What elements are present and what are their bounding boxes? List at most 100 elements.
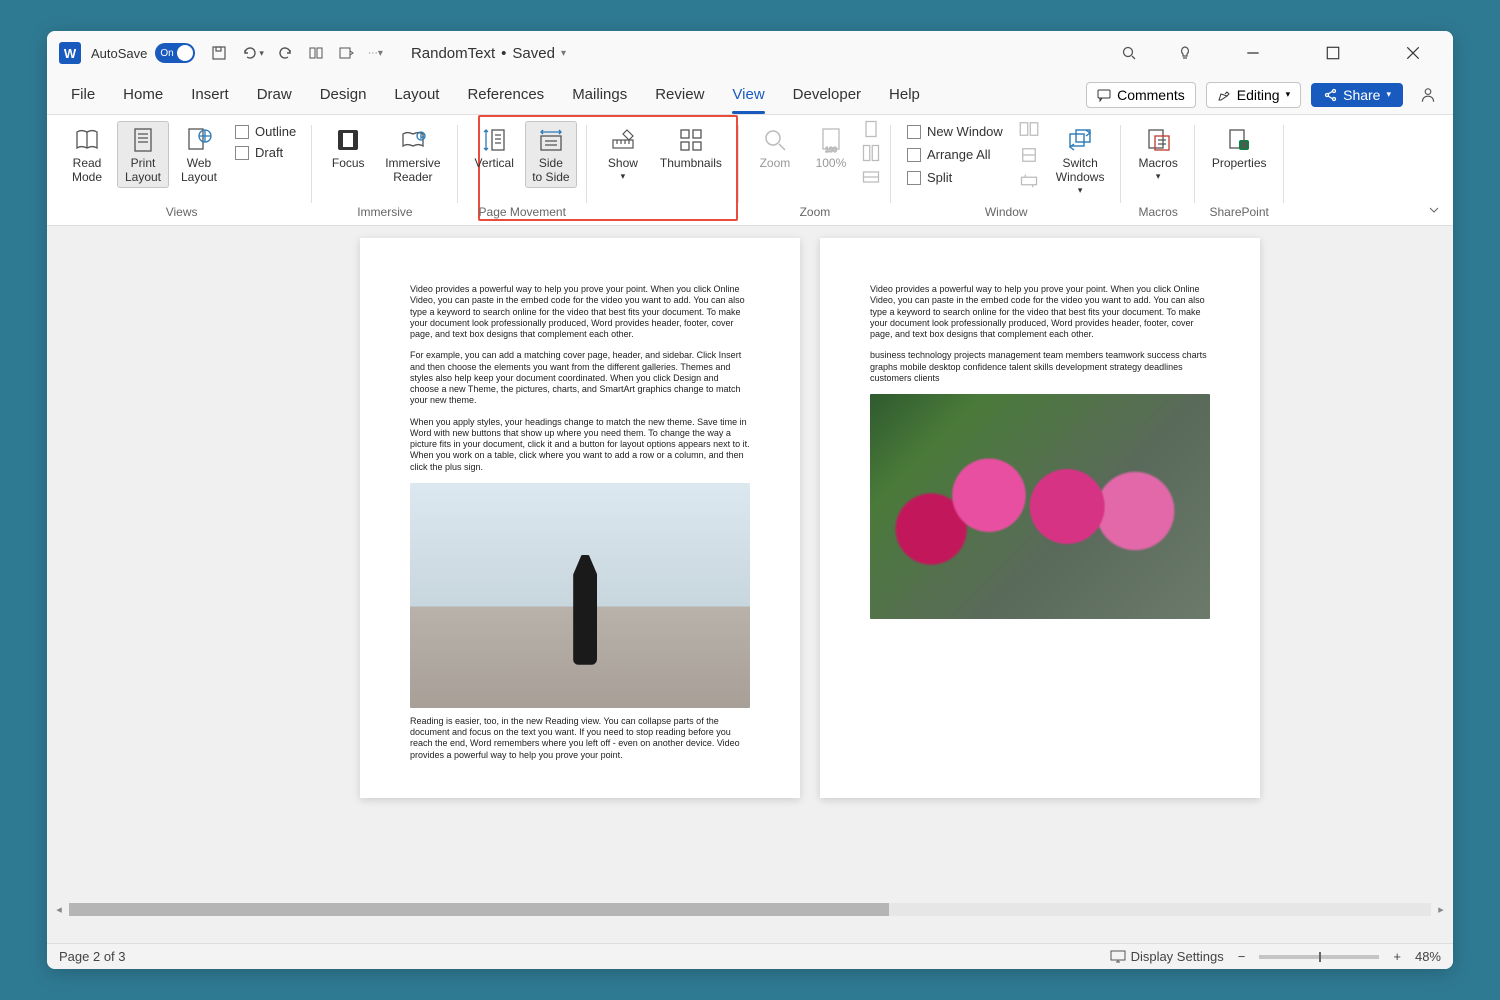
close-button[interactable]	[1393, 35, 1433, 71]
scroll-thumb[interactable]	[69, 903, 889, 916]
qat-icon-1[interactable]	[308, 45, 324, 61]
show-menu-button[interactable]: Show▾	[597, 121, 649, 184]
thumbnails-button[interactable]: Thumbnails	[653, 121, 729, 174]
zoom-button: Zoom	[749, 121, 801, 174]
page-width-icon	[861, 169, 881, 185]
tab-view[interactable]: View	[718, 75, 778, 114]
app-window: W AutoSave On ▾ ⋯▾ RandomText • Saved ▾	[47, 31, 1453, 969]
word-icon: W	[59, 42, 81, 64]
lightbulb-icon[interactable]	[1177, 45, 1193, 61]
multi-page-icon	[861, 145, 881, 161]
document-title[interactable]: RandomText • Saved ▾	[411, 45, 566, 62]
tab-review[interactable]: Review	[641, 75, 718, 114]
new-window-button[interactable]: New Window	[903, 123, 1007, 140]
page-icon	[129, 126, 157, 154]
switch-windows-button[interactable]: Switch Windows▾	[1049, 121, 1112, 198]
chevron-down-icon: ▾	[561, 48, 566, 59]
svg-text:100: 100	[825, 147, 837, 154]
ribbon-tabs: File Home Insert Draw Design Layout Refe…	[47, 75, 1453, 115]
office-image	[410, 483, 750, 708]
tab-draw[interactable]: Draw	[243, 75, 306, 114]
magnifier-icon	[761, 126, 789, 154]
ribbon-collapse-button[interactable]	[1427, 203, 1441, 217]
split-button[interactable]: Split	[903, 169, 1007, 186]
titlebar: W AutoSave On ▾ ⋯▾ RandomText • Saved ▾	[47, 31, 1453, 75]
titlebar-right	[1121, 35, 1445, 71]
group-label-zoom: Zoom	[800, 201, 831, 225]
read-mode-button[interactable]: Read Mode	[61, 121, 113, 188]
search-icon[interactable]	[1121, 45, 1137, 61]
tab-references[interactable]: References	[453, 75, 558, 114]
group-label-sharepoint: SharePoint	[1209, 201, 1268, 225]
account-icon[interactable]	[1419, 86, 1437, 104]
zoom-level[interactable]: 48%	[1415, 949, 1441, 964]
scroll-right-icon[interactable]: ▸	[1435, 903, 1447, 916]
outline-button[interactable]: Outline	[231, 123, 300, 140]
paragraph: Video provides a powerful way to help yo…	[410, 284, 750, 340]
vertical-button[interactable]: Vertical	[468, 121, 521, 174]
minimize-button[interactable]	[1233, 35, 1273, 71]
paragraph: Video provides a powerful way to help yo…	[870, 284, 1210, 340]
tab-insert[interactable]: Insert	[177, 75, 243, 114]
group-sharepoint: SProperties SharePoint	[1195, 119, 1284, 225]
save-icon[interactable]	[211, 45, 227, 61]
tab-file[interactable]: File	[57, 75, 109, 114]
scroll-track[interactable]	[69, 903, 1431, 916]
split-icon	[907, 171, 921, 185]
document-area[interactable]: Video provides a powerful way to help yo…	[47, 226, 1453, 943]
tab-home[interactable]: Home	[109, 75, 177, 114]
tab-help[interactable]: Help	[875, 75, 934, 114]
arrange-all-button[interactable]: Arrange All	[903, 146, 1007, 163]
side-to-side-button[interactable]: Side to Side	[525, 121, 577, 188]
one-page-icon	[861, 121, 881, 137]
vertical-page-icon	[480, 126, 508, 154]
ribbon: Read Mode Print Layout Web Layout Outlin…	[47, 115, 1453, 226]
globe-page-icon	[185, 126, 213, 154]
group-label-show	[661, 201, 664, 225]
horizontal-scrollbar[interactable]: ◂ ▸	[47, 901, 1453, 917]
qat-icon-2[interactable]	[338, 45, 354, 61]
tab-developer[interactable]: Developer	[779, 75, 875, 114]
scroll-left-icon[interactable]: ◂	[53, 903, 65, 916]
page-indicator[interactable]: Page 2 of 3	[59, 949, 126, 964]
zoom-out-button[interactable]: −	[1238, 949, 1246, 964]
macros-button[interactable]: Macros▾	[1131, 121, 1184, 184]
outline-icon	[235, 125, 249, 139]
maximize-button[interactable]	[1313, 35, 1353, 71]
redo-button[interactable]	[278, 45, 294, 61]
tab-layout[interactable]: Layout	[380, 75, 453, 114]
autosave[interactable]: AutoSave On	[91, 43, 195, 63]
zoom-in-button[interactable]: +	[1393, 949, 1401, 964]
page-2: Video provides a powerful way to help yo…	[820, 238, 1260, 798]
tabs-right: Comments Editing▾ Share▾	[1086, 82, 1443, 108]
zoom-slider[interactable]	[1259, 955, 1379, 959]
status-bar: Page 2 of 3 Display Settings − + 48%	[47, 943, 1453, 969]
undo-button[interactable]: ▾	[241, 45, 264, 61]
tab-design[interactable]: Design	[306, 75, 381, 114]
paragraph: For example, you can add a matching cove…	[410, 350, 750, 406]
paragraph: When you apply styles, your headings cha…	[410, 417, 750, 473]
autosave-toggle[interactable]: On	[155, 43, 195, 63]
side-page-icon	[537, 126, 565, 154]
draft-button[interactable]: Draft	[231, 144, 300, 161]
group-macros: Macros▾ Macros	[1121, 119, 1194, 225]
qat-customize[interactable]: ⋯▾	[368, 48, 383, 59]
group-label-macros: Macros	[1138, 201, 1177, 225]
page-percent-icon: 100	[817, 126, 845, 154]
tab-mailings[interactable]: Mailings	[558, 75, 641, 114]
web-layout-button[interactable]: Web Layout	[173, 121, 225, 188]
properties-button[interactable]: SProperties	[1205, 121, 1274, 174]
autosave-label: AutoSave	[91, 46, 147, 61]
print-layout-button[interactable]: Print Layout	[117, 121, 169, 188]
view-side-icon	[1019, 121, 1039, 137]
group-zoom: Zoom 100100% Zoom	[739, 119, 891, 225]
comments-button[interactable]: Comments	[1086, 82, 1196, 108]
focus-button[interactable]: Focus	[322, 121, 374, 174]
arrange-icon	[907, 148, 921, 162]
reset-window-icon	[1019, 173, 1039, 189]
paragraph: business technology projects management …	[870, 350, 1210, 384]
immersive-reader-button[interactable]: Immersive Reader	[378, 121, 447, 188]
editing-mode-button[interactable]: Editing▾	[1206, 82, 1301, 108]
display-settings-button[interactable]: Display Settings	[1110, 949, 1224, 964]
share-button[interactable]: Share▾	[1311, 83, 1403, 107]
